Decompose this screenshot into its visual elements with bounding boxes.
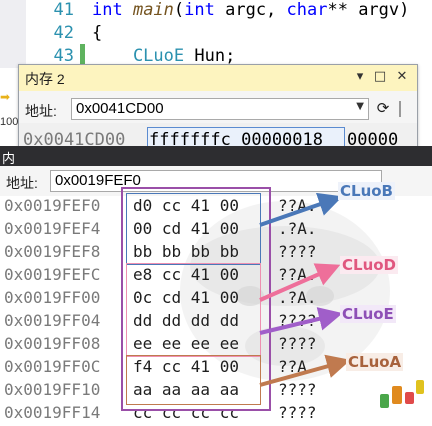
address-input-value: 0x0041CD00 bbox=[76, 100, 164, 117]
memory-row-ascii: ???? bbox=[278, 403, 317, 422]
code-token: int bbox=[92, 0, 133, 20]
code-line-42[interactable]: { bbox=[92, 23, 102, 43]
label-cluod: CLuoD bbox=[340, 256, 399, 274]
arrow-cluoe bbox=[259, 307, 343, 335]
code-token: { bbox=[92, 23, 103, 43]
refresh-icon[interactable]: ⟳ bbox=[373, 99, 393, 119]
cluod-region-box bbox=[126, 263, 261, 357]
line-number: 43 bbox=[53, 46, 74, 66]
code-token: Hun; bbox=[194, 46, 236, 66]
annotation-arrows bbox=[259, 192, 351, 387]
address-label: 地址: bbox=[25, 103, 57, 119]
arrow-cluob bbox=[259, 192, 343, 227]
window-menu-chevron-icon[interactable]: ▾ bbox=[351, 68, 369, 86]
maximize-button[interactable]: □ bbox=[371, 68, 389, 86]
label-cluoa: CLuoA bbox=[346, 353, 404, 371]
cluoa-region-box bbox=[126, 355, 261, 405]
memory-1-header[interactable] bbox=[0, 146, 432, 166]
label-cluoe: CLuoE bbox=[340, 305, 396, 323]
memory-1-title: 内 bbox=[2, 151, 16, 166]
close-button[interactable]: ✕ bbox=[393, 68, 411, 86]
memory-row-address: 0x0019FEF8 bbox=[4, 242, 101, 261]
code-token: CLuoE bbox=[92, 46, 195, 66]
address-input[interactable]: 0x0041CD00 ▼ bbox=[71, 98, 369, 120]
address-label: 地址: bbox=[6, 175, 38, 191]
zoom-level[interactable]: 100 bbox=[0, 116, 18, 128]
arrow-cluoa bbox=[259, 354, 351, 387]
code-token: ( bbox=[173, 0, 185, 20]
label-cluob: CLuoB bbox=[338, 182, 395, 200]
memory-row-address: 0x0019FF10 bbox=[4, 380, 101, 399]
memory-row-address: 0x0019FF08 bbox=[4, 334, 101, 353]
arrow-cluod bbox=[259, 263, 341, 302]
decorative-sticker-icon bbox=[380, 380, 424, 408]
code-token: main bbox=[132, 0, 174, 20]
memory-2-title: 内存 2 bbox=[25, 71, 65, 87]
line-number: 42 bbox=[53, 23, 74, 43]
code-token: int bbox=[184, 0, 226, 20]
line-number: 41 bbox=[53, 0, 74, 20]
memory-row-address: 0x0019FF0C bbox=[4, 357, 101, 376]
code-line-43[interactable]: CLuoE Hun; bbox=[92, 46, 235, 66]
code-editor[interactable]: 41 42 43 int main(int argc, char** argv)… bbox=[0, 0, 432, 68]
code-token: char bbox=[286, 0, 328, 20]
editor-margin bbox=[0, 0, 26, 68]
cluob-region-box bbox=[126, 193, 261, 265]
memory-row-address: 0x0019FF04 bbox=[4, 311, 101, 330]
execution-arrow-icon: ➡ bbox=[0, 90, 11, 104]
code-token: ** argv) bbox=[327, 0, 410, 20]
toolbar-separator bbox=[399, 101, 401, 117]
code-token: argc, bbox=[225, 0, 287, 20]
memory-row-address: 0x0019FF14 bbox=[4, 403, 101, 422]
chevron-down-icon[interactable]: ▼ bbox=[356, 101, 364, 112]
memory-row-address: 0x0019FEF4 bbox=[4, 219, 101, 238]
code-line-41[interactable]: int main(int argc, char** argv) bbox=[92, 0, 409, 20]
memory-row-address: 0x0019FEF0 bbox=[4, 196, 101, 215]
memory-row-address: 0x0019FF00 bbox=[4, 288, 101, 307]
memory-row-address: 0x0019FEFC bbox=[4, 265, 101, 284]
